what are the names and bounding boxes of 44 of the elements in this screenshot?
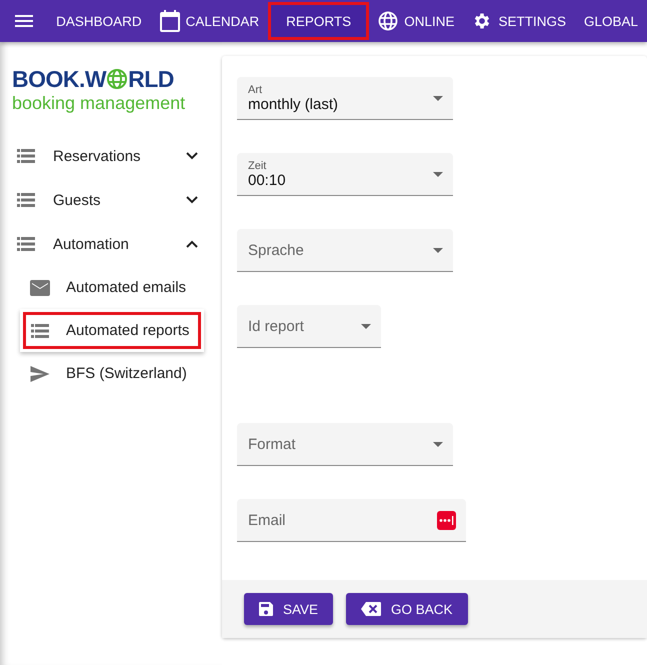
list-icon — [30, 324, 50, 338]
globe-logo-icon — [106, 66, 128, 92]
dropdown-arrow-icon — [433, 172, 443, 176]
mail-icon — [30, 280, 50, 296]
list-icon — [16, 193, 36, 207]
sidebar-subitem[interactable]: Automated reports — [20, 309, 204, 352]
nav-tab[interactable]: DASHBOARD — [47, 2, 151, 40]
sidebar-subitem[interactable]: BFS (Switzerland) — [0, 352, 222, 395]
nav-tab[interactable]: GLOBAL — [574, 2, 647, 40]
nav-tab[interactable]: CALENDAR — [150, 2, 268, 40]
select-field[interactable]: Sprache — [237, 229, 453, 272]
sidebar-item[interactable]: Reservations — [0, 134, 222, 178]
nav-tab[interactable]: ONLINE — [369, 2, 464, 40]
chevron-up-icon — [186, 240, 198, 248]
sidebar-subitem[interactable]: Automated emails — [0, 266, 222, 309]
nav-tab[interactable]: REPORTS — [268, 2, 370, 40]
sidebar-item[interactable]: Automation — [0, 222, 222, 266]
list-icon — [16, 149, 36, 163]
select-field[interactable]: Art monthly (last) — [237, 77, 453, 120]
action-button[interactable]: SAVE — [244, 593, 334, 625]
backspace-icon — [361, 602, 382, 616]
sidebar-item[interactable]: Guests — [0, 178, 222, 222]
action-button[interactable]: GO BACK — [346, 593, 468, 625]
select-field[interactable]: Id report — [237, 305, 381, 348]
dropdown-arrow-icon — [433, 442, 443, 446]
dropdown-arrow-icon — [361, 324, 371, 328]
select-field[interactable]: Zeit 00:10 — [237, 153, 453, 196]
logo-text: RLD — [128, 66, 174, 92]
logo-text: BOOK.W — [12, 66, 106, 92]
chevron-down-icon — [186, 152, 198, 160]
input-field[interactable]: Email — [237, 499, 466, 542]
calendar-icon — [160, 10, 180, 32]
dropdown-arrow-icon — [433, 248, 443, 252]
nav-tab[interactable]: SETTINGS — [463, 2, 575, 40]
select-field[interactable]: Format — [237, 423, 453, 466]
save-icon — [259, 602, 273, 616]
dropdown-arrow-icon — [433, 96, 443, 100]
list-icon — [16, 237, 36, 251]
menu-icon[interactable] — [14, 15, 33, 27]
password-manager-icon[interactable] — [437, 510, 456, 530]
globe-icon — [378, 11, 398, 31]
chevron-down-icon — [186, 196, 198, 204]
logo-tagline: booking management — [12, 92, 186, 114]
send-icon — [30, 366, 50, 382]
